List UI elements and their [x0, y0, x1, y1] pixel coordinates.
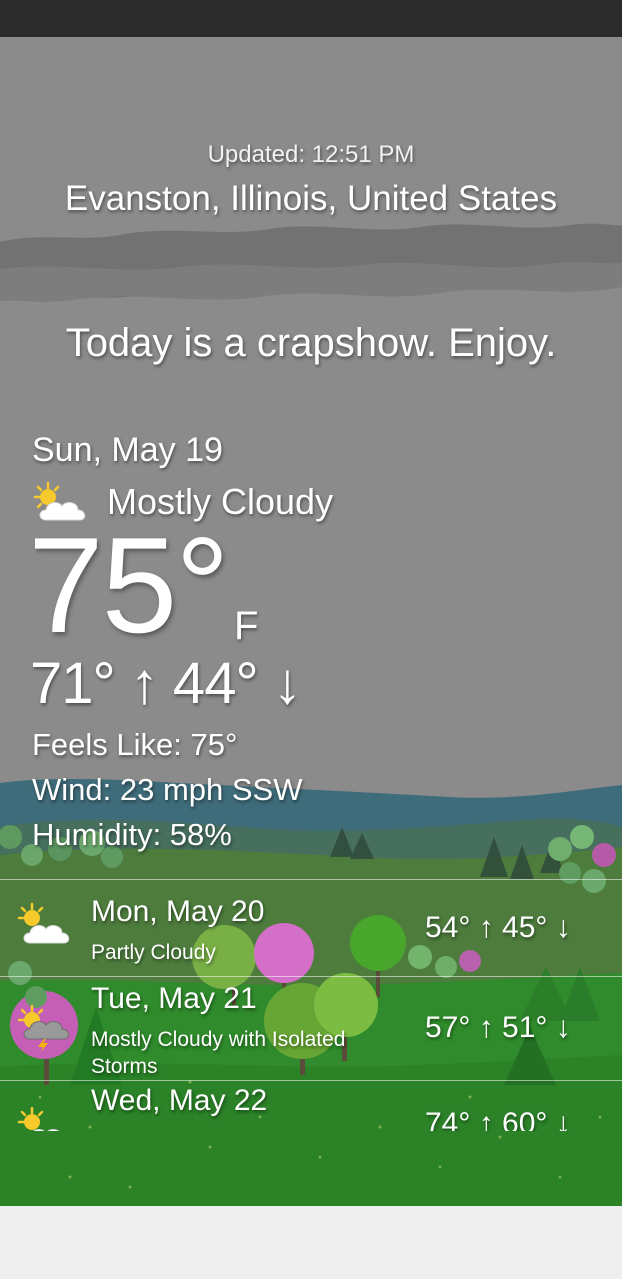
high-low-temperature: 71° ↑ 44° ↓: [30, 651, 302, 716]
wind-speed: Wind: 23 mph SSW: [32, 772, 303, 807]
current-temperature: 75°: [28, 509, 230, 661]
navigation-bar-area: [0, 1206, 622, 1279]
forecast-high-low: 57° ↑ 51° ↓: [425, 1011, 571, 1044]
forecast-condition: Mostly Cloudy with Isolated Storms: [91, 1028, 346, 1078]
humidity: Humidity: 58%: [32, 817, 232, 852]
divider: [0, 879, 622, 880]
divider: [0, 976, 622, 977]
feels-like: Feels Like: 75°: [32, 727, 238, 762]
forecast-day: Tue, May 21: [91, 982, 257, 1015]
thunderstorm-icon: [17, 1004, 70, 1051]
partly-cloudy-sun-icon: [17, 902, 70, 944]
forecast-condition: Partly Cloudy: [91, 941, 216, 964]
partly-cloudy-sun-icon: [17, 1106, 60, 1131]
status-bar: [0, 0, 622, 37]
forecast-day: Mon, May 20: [91, 895, 265, 928]
weather-scene: Updated: 12:51 PM Evanston, Illinois, Un…: [0, 37, 622, 1206]
daily-tagline: Today is a crapshow. Enjoy.: [65, 321, 557, 365]
current-date: Sun, May 19: [32, 431, 223, 469]
updated-time: Updated: 12:51 PM: [207, 141, 415, 168]
forecast-high-low: 54° ↑ 45° ↓: [425, 911, 571, 944]
location-name[interactable]: Evanston, Illinois, United States: [0, 179, 622, 219]
forecast-row[interactable]: Wed, May 22 74° ↑ 60° ↓: [0, 1081, 622, 1131]
temperature-unit[interactable]: F: [234, 604, 258, 649]
forecast-high-low: 74° ↑ 60° ↓: [425, 1107, 571, 1131]
forecast-day: Wed, May 22: [91, 1084, 268, 1117]
